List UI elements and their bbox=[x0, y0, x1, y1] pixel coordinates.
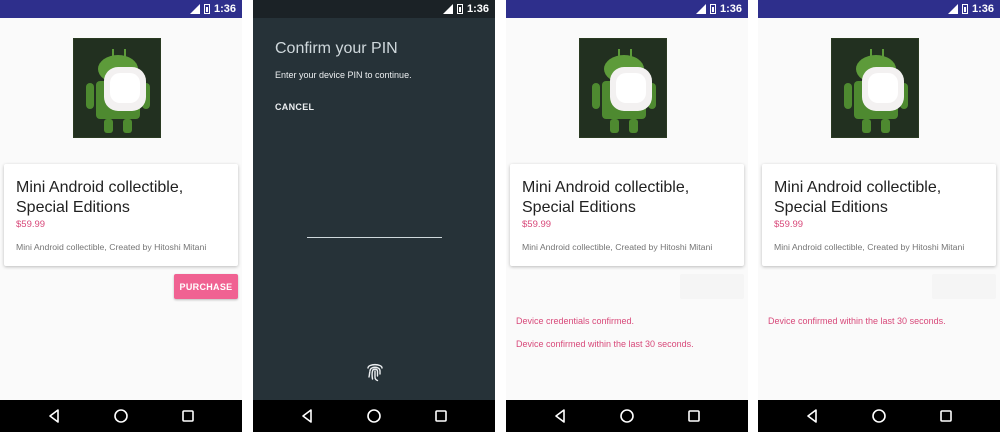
back-icon[interactable] bbox=[46, 408, 62, 424]
product-card: Mini Android collectible, Special Editio… bbox=[4, 164, 238, 266]
product-card: Mini Android collectible, Special Editio… bbox=[510, 164, 744, 266]
product-description: Mini Android collectible, Created by Hit… bbox=[774, 242, 965, 252]
status-bar: 1:36 bbox=[758, 0, 1000, 18]
purchase-button-disabled bbox=[680, 274, 744, 299]
home-icon[interactable] bbox=[113, 408, 129, 424]
phone-screen-product: 1:36 Mini Android collectible, Special E… bbox=[0, 0, 242, 432]
product-card: Mini Android collectible, Special Editio… bbox=[762, 164, 996, 266]
status-time: 1:36 bbox=[213, 3, 236, 15]
confirmed-recently-message: Device confirmed within the last 30 seco… bbox=[768, 316, 946, 326]
product-price: $59.99 bbox=[16, 219, 46, 230]
nav-bar bbox=[506, 400, 748, 432]
back-icon[interactable] bbox=[804, 408, 820, 424]
signal-icon bbox=[947, 4, 958, 14]
battery-icon bbox=[456, 4, 463, 14]
product-title: Mini Android collectible, Special Editio… bbox=[16, 179, 184, 216]
android-figure-image bbox=[832, 39, 918, 137]
recents-icon[interactable] bbox=[180, 408, 196, 424]
product-title: Mini Android collectible, Special Editio… bbox=[522, 179, 690, 216]
status-bar: 1:36 bbox=[253, 0, 495, 18]
status-time: 1:36 bbox=[971, 3, 994, 15]
back-icon[interactable] bbox=[552, 408, 568, 424]
product-price: $59.99 bbox=[522, 219, 552, 230]
product-description: Mini Android collectible, Created by Hit… bbox=[522, 242, 713, 252]
phone-screen-recently-confirmed: 1:36 Mini Android collectible, Special E… bbox=[758, 0, 1000, 432]
cancel-button[interactable]: CANCEL bbox=[275, 102, 314, 112]
android-figure-image bbox=[74, 39, 160, 137]
recents-icon[interactable] bbox=[433, 408, 449, 424]
product-title: Mini Android collectible, Special Editio… bbox=[774, 179, 942, 216]
status-bar: 1:36 bbox=[0, 0, 242, 18]
phone-screen-confirm-pin: 1:36 Confirm your PIN Enter your device … bbox=[253, 0, 495, 432]
nav-bar bbox=[253, 400, 495, 432]
nav-bar bbox=[0, 400, 242, 432]
battery-icon bbox=[961, 4, 968, 14]
battery-icon bbox=[203, 4, 210, 14]
signal-icon bbox=[189, 4, 200, 14]
recents-icon[interactable] bbox=[938, 408, 954, 424]
pin-dialog-title: Confirm your PIN bbox=[275, 40, 398, 57]
credentials-confirmed-message: Device credentials confirmed. bbox=[516, 316, 635, 326]
confirmed-recently-message: Device confirmed within the last 30 seco… bbox=[516, 339, 694, 349]
nav-bar bbox=[758, 400, 1000, 432]
phone-screen-confirmed: 1:36 Mini Android collectible, Special E… bbox=[506, 0, 748, 432]
pin-input[interactable] bbox=[307, 220, 442, 238]
purchase-button-disabled bbox=[932, 274, 996, 299]
status-time: 1:36 bbox=[719, 3, 742, 15]
signal-icon bbox=[442, 4, 453, 14]
product-image bbox=[831, 38, 919, 138]
home-icon[interactable] bbox=[366, 408, 382, 424]
home-icon[interactable] bbox=[871, 408, 887, 424]
status-bar: 1:36 bbox=[506, 0, 748, 18]
product-price: $59.99 bbox=[774, 219, 804, 230]
back-icon[interactable] bbox=[299, 408, 315, 424]
status-time: 1:36 bbox=[466, 3, 489, 15]
purchase-button[interactable]: PURCHASE bbox=[174, 274, 238, 299]
recents-icon[interactable] bbox=[686, 408, 702, 424]
home-icon[interactable] bbox=[619, 408, 635, 424]
fingerprint-icon[interactable] bbox=[365, 360, 385, 382]
product-description: Mini Android collectible, Created by Hit… bbox=[16, 242, 207, 252]
product-image bbox=[73, 38, 161, 138]
battery-icon bbox=[709, 4, 716, 14]
android-figure-image bbox=[580, 39, 666, 137]
signal-icon bbox=[695, 4, 706, 14]
pin-dialog-subtitle: Enter your device PIN to continue. bbox=[275, 70, 412, 80]
product-image bbox=[579, 38, 667, 138]
